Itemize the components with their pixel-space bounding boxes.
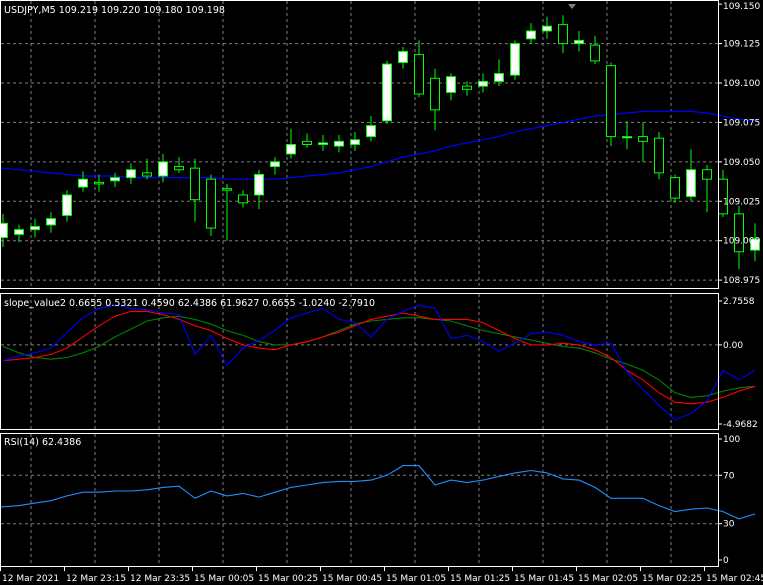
time-axis-label: 15 Mar 01:05 (386, 574, 446, 584)
candle-body (142, 172, 152, 177)
rsi-panel-header: RSI(14) 62.4386 (4, 437, 81, 448)
slope-scale-label: 0.00 (723, 341, 743, 351)
candle-body (574, 39, 584, 45)
candle-body (702, 169, 712, 180)
candle-body (302, 140, 312, 146)
candle[interactable] (510, 40, 520, 80)
candle-body (318, 142, 328, 146)
candle-body (0, 222, 8, 239)
slope-scale-label: 2.7558 (723, 297, 755, 307)
time-axis-label: 15 Mar 02:45 (706, 574, 763, 584)
candle-body (158, 161, 168, 177)
candle[interactable] (654, 131, 664, 180)
time-axis-label: 15 Mar 00:25 (258, 574, 318, 584)
price-scale-label: 109.100 (723, 79, 760, 89)
candle-body (542, 25, 552, 32)
candle-body (14, 229, 24, 235)
candle-body (94, 181, 104, 185)
rsi-scale-label: 70 (723, 471, 735, 481)
candle-body (270, 161, 280, 168)
candle-body (558, 24, 568, 45)
rsi-scale-label: 30 (723, 520, 735, 530)
slope-panel-header: slope_value2 0.6655 0.5321 0.4590 62.438… (4, 298, 375, 309)
price-scale-label: 109.025 (723, 197, 760, 207)
candle-body (222, 188, 232, 191)
rsi-scale-label: 0 (723, 556, 729, 566)
price-scale-label: 108.975 (723, 276, 760, 286)
candle[interactable] (206, 174, 216, 236)
candle-body (686, 169, 696, 198)
candle-body (654, 137, 664, 174)
candle[interactable] (670, 174, 680, 203)
candle-body (606, 65, 616, 138)
time-axis-label: 12 Mar 23:15 (66, 574, 126, 584)
candle-body (462, 85, 472, 90)
candle-body (254, 173, 264, 196)
candle-body (78, 178, 88, 188)
candle-body (446, 76, 456, 93)
candle-body (622, 136, 632, 139)
candle-body (286, 144, 296, 155)
candle-body (62, 194, 72, 216)
candle[interactable] (382, 60, 392, 124)
candle-body (110, 177, 120, 182)
price-scale-label: 109.050 (723, 158, 760, 168)
candle-body (478, 80, 488, 87)
candle-body (350, 139, 360, 145)
main-chart-header: USDJPY,M5 109.219 109.220 109.180 109.19… (4, 5, 225, 16)
candle-body (590, 44, 600, 62)
candle-body (510, 43, 520, 76)
candle-body (366, 125, 376, 138)
candle-body (238, 194, 248, 204)
candle-body (638, 136, 648, 142)
candle-body (398, 50, 408, 64)
price-scale-label: 109.000 (723, 237, 760, 247)
slope-scale-label: -4.9682 (723, 420, 758, 430)
price-scale-label: 109.150 (723, 2, 760, 12)
candle-body (46, 218, 56, 226)
candle-body (30, 226, 40, 231)
time-axis-label: 15 Mar 00:05 (194, 574, 254, 584)
candle-body (670, 177, 680, 199)
price-scale-label: 109.125 (723, 40, 760, 50)
candle-body (174, 166, 184, 171)
rsi-scale-label: 100 (723, 435, 740, 445)
time-axis-label: 15 Mar 00:45 (322, 574, 382, 584)
candle-body (494, 73, 504, 82)
candle-body (190, 167, 200, 201)
candle-body (126, 169, 136, 179)
candle-body (334, 140, 344, 147)
trading-chart[interactable]: USDJPY,M5 109.219 109.220 109.180 109.19… (0, 0, 763, 585)
time-axis-label: 15 Mar 01:45 (514, 574, 574, 584)
time-axis-label: 15 Mar 02:05 (578, 574, 638, 584)
candle-body (526, 30, 536, 40)
time-axis-label: 15 Mar 01:25 (450, 574, 510, 584)
price-scale-label: 109.075 (723, 118, 760, 128)
candle-body (430, 77, 440, 111)
time-axis-label: 15 Mar 02:25 (642, 574, 702, 584)
time-axis-label: 12 Mar 2021 (2, 574, 59, 584)
candle-body (382, 63, 392, 122)
time-axis-label: 12 Mar 23:35 (130, 574, 190, 584)
candle[interactable] (606, 62, 616, 147)
chart-background (0, 0, 763, 585)
candle-body (206, 178, 216, 229)
candle-body (414, 54, 424, 95)
